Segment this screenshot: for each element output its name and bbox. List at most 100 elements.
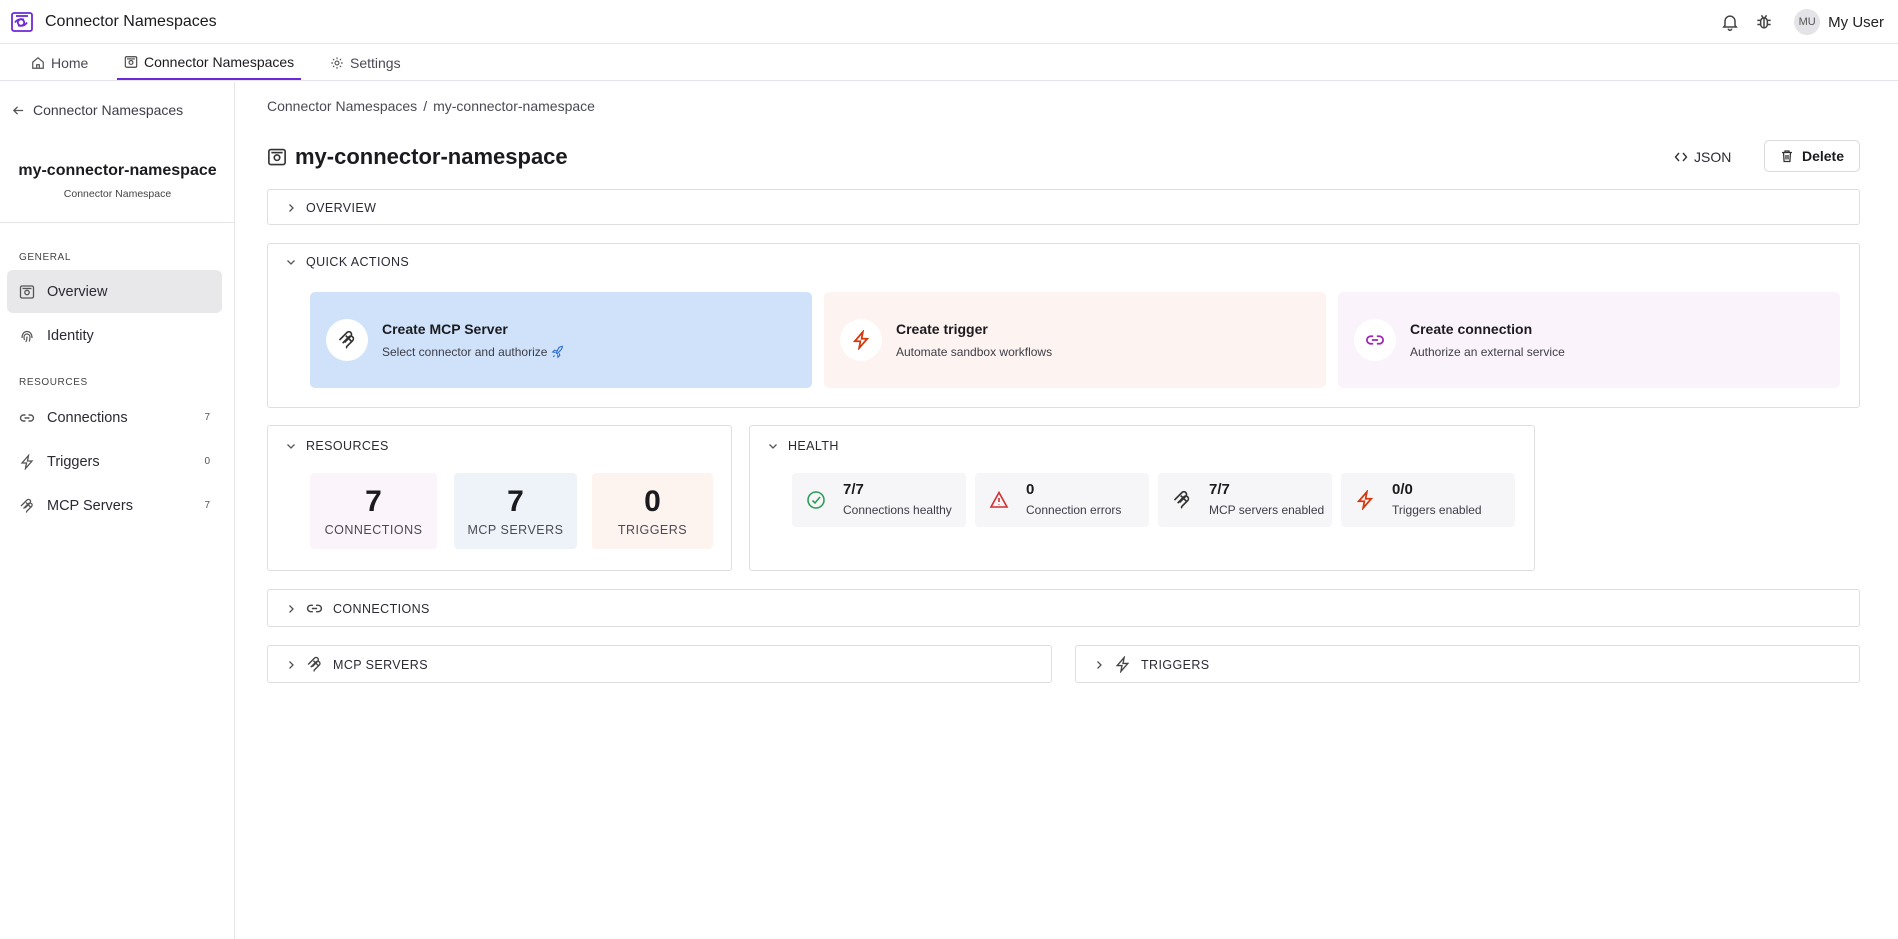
sidebar-item-count: 7 <box>204 500 210 511</box>
health-label: MCP servers enabled <box>1209 503 1325 517</box>
avatar[interactable]: MU <box>1794 9 1821 35</box>
connections-title: CONNECTIONS <box>333 601 430 616</box>
sidebar-item-overview[interactable]: Overview <box>7 270 222 313</box>
namespace-icon <box>124 55 138 69</box>
tab-home-label: Home <box>51 54 89 71</box>
bolt-icon <box>1114 656 1131 673</box>
resource-label: TRIGGERS <box>617 523 688 537</box>
sidebar-section-resources: RESOURCES <box>19 377 88 388</box>
tab-connector-namespaces-label: Connector Namespaces <box>144 53 295 70</box>
overview-toggle[interactable]: OVERVIEW <box>286 201 376 215</box>
check-circle-icon <box>806 490 826 510</box>
sidebar: Connector Namespaces my-connector-namesp… <box>0 82 235 939</box>
quick-actions-panel: QUICK ACTIONS Create MCP Server Select c… <box>267 243 1860 408</box>
sidebar-item-mcp-servers[interactable]: MCP Servers 7 <box>7 484 222 527</box>
user-name[interactable]: My User <box>1828 14 1884 31</box>
tab-home[interactable]: Home <box>31 45 88 80</box>
resource-count: 7 <box>507 485 524 518</box>
mcp-servers-panel: MCP SERVERS <box>267 645 1052 683</box>
chevron-right-icon <box>1094 660 1104 670</box>
resource-connections-card[interactable]: 7 CONNECTIONS <box>310 473 437 549</box>
connections-panel: CONNECTIONS <box>267 589 1860 627</box>
delete-button-label: Delete <box>1801 148 1845 164</box>
health-connection-errors: 0 Connection errors <box>975 473 1149 527</box>
overview-title: OVERVIEW <box>306 201 377 215</box>
tab-settings[interactable]: Settings <box>330 45 401 80</box>
sidebar-item-connections[interactable]: Connections 7 <box>7 396 222 439</box>
resource-mcp-servers-card[interactable]: 7 MCP SERVERS <box>454 473 577 549</box>
chevron-right-icon <box>286 203 296 213</box>
json-button[interactable]: JSON <box>1668 142 1737 172</box>
sidebar-item-label: Connections <box>47 409 128 426</box>
back-link[interactable]: Connector Namespaces <box>12 102 183 118</box>
breadcrumb-parent[interactable]: Connector Namespaces <box>267 98 417 114</box>
health-title: HEALTH <box>788 439 839 453</box>
qa-subtitle: Select connector and authorize <box>382 345 548 359</box>
resource-count: 0 <box>644 485 661 518</box>
bug-icon[interactable] <box>1754 12 1774 32</box>
namespace-icon <box>19 284 35 300</box>
create-mcp-server-card[interactable]: Create MCP Server Select connector and a… <box>310 292 812 388</box>
create-trigger-card[interactable]: Create trigger Automate sandbox workflow… <box>824 292 1326 388</box>
bolt-icon <box>840 319 882 361</box>
chevron-down-icon <box>286 441 296 451</box>
resource-triggers-card[interactable]: 0 TRIGGERS <box>592 473 713 549</box>
home-icon <box>31 56 45 70</box>
create-connection-card[interactable]: Create connection Authorize an external … <box>1338 292 1840 388</box>
chevron-right-icon <box>286 660 296 670</box>
resources-toggle[interactable]: RESOURCES <box>286 439 389 453</box>
triggers-title: TRIGGERS <box>1141 657 1210 672</box>
sidebar-item-triggers[interactable]: Triggers 0 <box>7 440 222 483</box>
resource-label: CONNECTIONS <box>324 523 423 537</box>
gear-icon <box>330 56 344 70</box>
breadcrumb-current: my-connector-namespace <box>433 98 595 114</box>
sidebar-item-label: Identity <box>47 327 94 344</box>
tab-connector-namespaces[interactable]: Connector Namespaces <box>117 45 302 80</box>
triggers-toggle[interactable]: TRIGGERS <box>1094 656 1209 673</box>
sidebar-divider <box>0 222 235 223</box>
qa-title: Create connection <box>1410 321 1533 337</box>
health-label: Connections healthy <box>843 503 952 517</box>
link-icon <box>19 410 35 426</box>
namespace-type: Connector Namespace <box>63 188 172 200</box>
sidebar-item-identity[interactable]: Identity <box>7 314 222 357</box>
code-icon <box>1674 150 1688 164</box>
mcp-icon <box>306 656 323 673</box>
mcp-icon <box>19 498 35 514</box>
chevron-right-icon <box>286 604 296 614</box>
health-mcp-servers-enabled: 7/7 MCP servers enabled <box>1158 473 1332 527</box>
delete-button[interactable]: Delete <box>1764 140 1860 172</box>
rocket-icon <box>551 345 565 359</box>
sidebar-item-label: Overview <box>47 283 108 300</box>
quick-actions-title: QUICK ACTIONS <box>306 255 410 269</box>
mcp-servers-title: MCP SERVERS <box>333 657 428 672</box>
main-tabs: Home Connector Namespaces Settings <box>0 45 1898 81</box>
quick-actions-toggle[interactable]: QUICK ACTIONS <box>286 255 409 269</box>
mcp-servers-toggle[interactable]: MCP SERVERS <box>286 656 428 673</box>
health-label: Connection errors <box>1026 503 1122 517</box>
bell-icon[interactable] <box>1720 12 1740 32</box>
health-toggle[interactable]: HEALTH <box>768 439 839 453</box>
connections-toggle[interactable]: CONNECTIONS <box>286 600 430 617</box>
sidebar-section-general: GENERAL <box>19 252 71 263</box>
breadcrumb: Connector Namespaces / my-connector-name… <box>267 98 595 114</box>
health-triggers-enabled: 0/0 Triggers enabled <box>1341 473 1515 527</box>
bolt-icon <box>1355 490 1375 510</box>
health-value: 7/7 <box>1209 481 1230 498</box>
sidebar-item-label: MCP Servers <box>47 497 133 514</box>
overview-panel: OVERVIEW <box>267 189 1860 225</box>
bolt-icon <box>19 453 35 470</box>
health-value: 7/7 <box>843 481 864 498</box>
warning-triangle-icon <box>989 490 1009 510</box>
qa-subtitle: Automate sandbox workflows <box>896 345 1053 359</box>
qa-title: Create trigger <box>896 321 988 337</box>
page-title: my-connector-namespace <box>295 144 568 169</box>
resources-panel: RESOURCES 7 CONNECTIONS 7 MCP SERVERS 0 … <box>267 425 732 571</box>
page-header: my-connector-namespace <box>267 144 568 170</box>
link-icon <box>306 600 323 617</box>
fingerprint-icon <box>19 328 35 344</box>
top-bar: Connector Namespaces MU My User <box>0 0 1898 44</box>
trash-icon <box>1780 149 1794 163</box>
sidebar-item-label: Triggers <box>47 453 100 470</box>
triggers-panel: TRIGGERS <box>1075 645 1860 683</box>
